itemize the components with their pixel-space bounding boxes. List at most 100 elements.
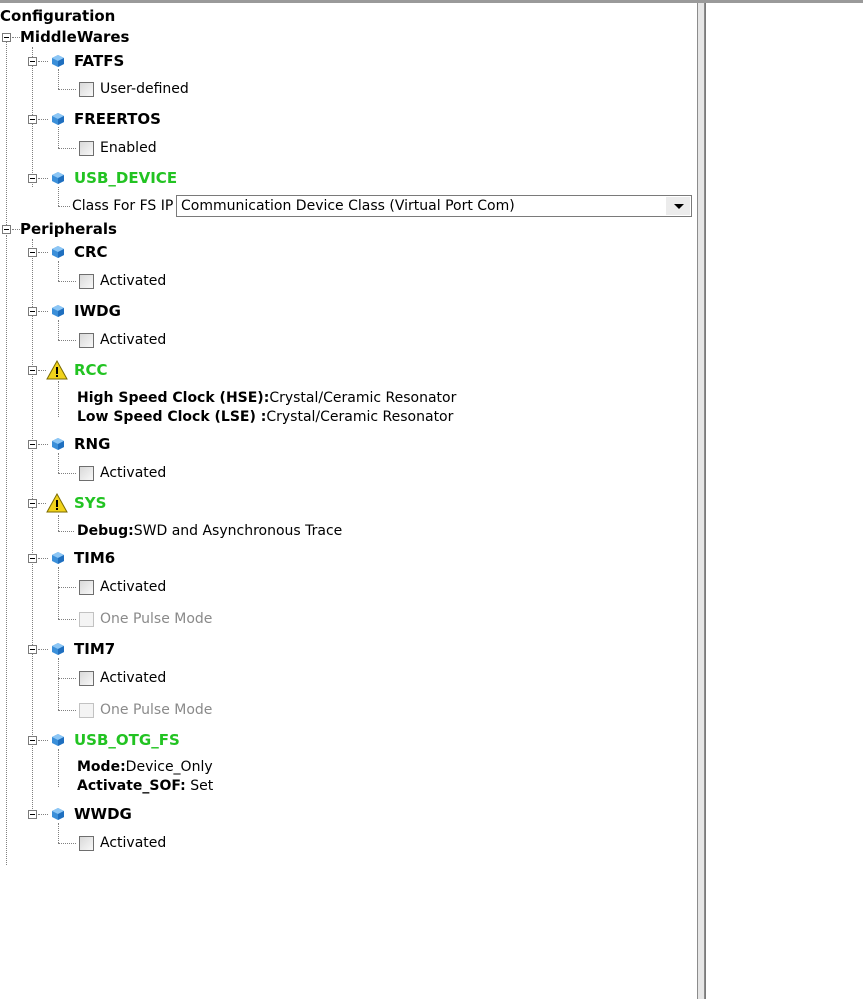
- rng-activated-label: Activated: [100, 465, 167, 481]
- tree-line: [38, 740, 48, 741]
- sys-node[interactable]: SYS: [74, 494, 106, 512]
- sys-debug-key: Debug:: [77, 523, 134, 539]
- fatfs-user-defined-checkbox[interactable]: [79, 82, 94, 97]
- cube-icon: [52, 113, 64, 125]
- peripherals-collapse-toggle[interactable]: [2, 225, 11, 234]
- iwdg-activated-label: Activated: [100, 332, 167, 348]
- usb-otg-fs-collapse-toggle[interactable]: [28, 736, 37, 745]
- tree-line: [6, 235, 7, 865]
- tim6-node[interactable]: TIM6: [74, 549, 115, 567]
- tree-line: [58, 587, 76, 588]
- tree-line: [58, 320, 59, 340]
- tree-line: [38, 119, 48, 120]
- tree-line: [38, 370, 46, 371]
- configuration-tree-panel[interactable]: Configuration MiddleWares FATFS User-def…: [0, 3, 697, 999]
- rcc-collapse-toggle[interactable]: [28, 366, 37, 375]
- rng-activated-checkbox[interactable]: [79, 466, 94, 481]
- tim6-collapse-toggle[interactable]: [28, 554, 37, 563]
- tree-line: [58, 515, 59, 531]
- wwdg-collapse-toggle[interactable]: [28, 810, 37, 819]
- crc-collapse-toggle[interactable]: [28, 248, 37, 257]
- tree-line: [58, 473, 76, 474]
- usb-otg-fs-mode-value: Device_Only: [125, 759, 213, 775]
- class-for-fs-ip-label: Class For FS IP: [72, 198, 174, 214]
- tree-line: [58, 749, 59, 787]
- sys-debug-setting: Debug:SWD and Asynchronous Trace: [77, 522, 342, 540]
- iwdg-collapse-toggle[interactable]: [28, 307, 37, 316]
- wwdg-activated-checkbox[interactable]: [79, 836, 94, 851]
- tree-line: [58, 619, 76, 620]
- crc-node[interactable]: CRC: [74, 243, 108, 261]
- warning-icon: [46, 360, 68, 380]
- class-for-fs-ip-value: Communication Device Class (Virtual Port…: [181, 198, 515, 214]
- crc-activated-checkbox[interactable]: [79, 274, 94, 289]
- rcc-lse-key: Low Speed Clock (LSE) :: [77, 409, 267, 425]
- tree-line: [6, 41, 7, 231]
- tree-line: [38, 649, 48, 650]
- tree-root-label: Configuration: [0, 7, 116, 25]
- tim7-one-pulse-mode-checkbox[interactable]: [79, 703, 94, 718]
- class-for-fs-ip-select[interactable]: Communication Device Class (Virtual Port…: [176, 195, 692, 217]
- tim7-collapse-toggle[interactable]: [28, 645, 37, 654]
- rcc-lse-setting: Low Speed Clock (LSE) :Crystal/Ceramic R…: [77, 408, 453, 426]
- usb-device-collapse-toggle[interactable]: [28, 174, 37, 183]
- freertos-enabled-checkbox[interactable]: [79, 141, 94, 156]
- cube-icon: [52, 55, 64, 67]
- freertos-collapse-toggle[interactable]: [28, 115, 37, 124]
- tree-line: [58, 843, 76, 844]
- iwdg-activated-checkbox[interactable]: [79, 333, 94, 348]
- tree-line: [38, 558, 48, 559]
- tree-line: [38, 503, 46, 504]
- usb-otg-fs-sof-setting: Activate_SOF: Set: [77, 777, 213, 795]
- sys-collapse-toggle[interactable]: [28, 499, 37, 508]
- iwdg-node[interactable]: IWDG: [74, 302, 121, 320]
- tim7-activated-label: Activated: [100, 670, 167, 686]
- middlewares-collapse-toggle[interactable]: [2, 33, 11, 42]
- panel-splitter[interactable]: [697, 3, 705, 999]
- tim6-activated-checkbox[interactable]: [79, 580, 94, 595]
- rcc-hse-value: Crystal/Ceramic Resonator: [269, 390, 457, 406]
- tree-line: [38, 814, 48, 815]
- chevron-down-icon[interactable]: [666, 197, 690, 215]
- cube-icon: [52, 172, 64, 184]
- usb-otg-fs-node[interactable]: USB_OTG_FS: [74, 731, 180, 749]
- tree-line: [58, 69, 59, 89]
- tree-line: [58, 567, 59, 619]
- middlewares-node[interactable]: MiddleWares: [20, 28, 130, 46]
- tree-line: [58, 89, 76, 90]
- tree-line: [38, 444, 48, 445]
- peripherals-node[interactable]: Peripherals: [20, 220, 117, 238]
- tree-line: [58, 531, 74, 532]
- fatfs-node[interactable]: FATFS: [74, 52, 124, 70]
- tim7-node[interactable]: TIM7: [74, 640, 115, 658]
- cube-icon: [52, 552, 64, 564]
- tree-line: [58, 453, 59, 473]
- tree-line: [38, 178, 48, 179]
- tim7-activated-checkbox[interactable]: [79, 671, 94, 686]
- tree-line: [58, 127, 59, 148]
- rcc-hse-key: High Speed Clock (HSE):: [77, 390, 270, 406]
- sys-debug-value: SWD and Asynchronous Trace: [133, 523, 343, 539]
- tree-line: [58, 381, 59, 417]
- fatfs-user-defined-label: User-defined: [100, 81, 189, 97]
- cube-icon: [52, 808, 64, 820]
- usb-device-node[interactable]: USB_DEVICE: [74, 169, 177, 187]
- freertos-node[interactable]: FREERTOS: [74, 110, 161, 128]
- usb-otg-fs-sof-value: Set: [185, 778, 214, 794]
- tree-line: [58, 281, 76, 282]
- usb-otg-fs-mode-setting: Mode:Device_Only: [77, 758, 213, 776]
- fatfs-collapse-toggle[interactable]: [28, 57, 37, 66]
- tree-line: [58, 823, 59, 843]
- rcc-hse-setting: High Speed Clock (HSE):Crystal/Ceramic R…: [77, 389, 456, 407]
- rng-collapse-toggle[interactable]: [28, 440, 37, 449]
- cube-icon: [52, 643, 64, 655]
- tree-line: [58, 658, 59, 710]
- tim6-one-pulse-mode-checkbox[interactable]: [79, 612, 94, 627]
- tree-line: [58, 206, 70, 207]
- wwdg-node[interactable]: WWDG: [74, 805, 132, 823]
- rcc-node[interactable]: RCC: [74, 361, 108, 379]
- tim7-one-pulse-mode-label: One Pulse Mode: [100, 702, 213, 718]
- warning-icon: [46, 493, 68, 513]
- rng-node[interactable]: RNG: [74, 435, 110, 453]
- wwdg-activated-label: Activated: [100, 835, 167, 851]
